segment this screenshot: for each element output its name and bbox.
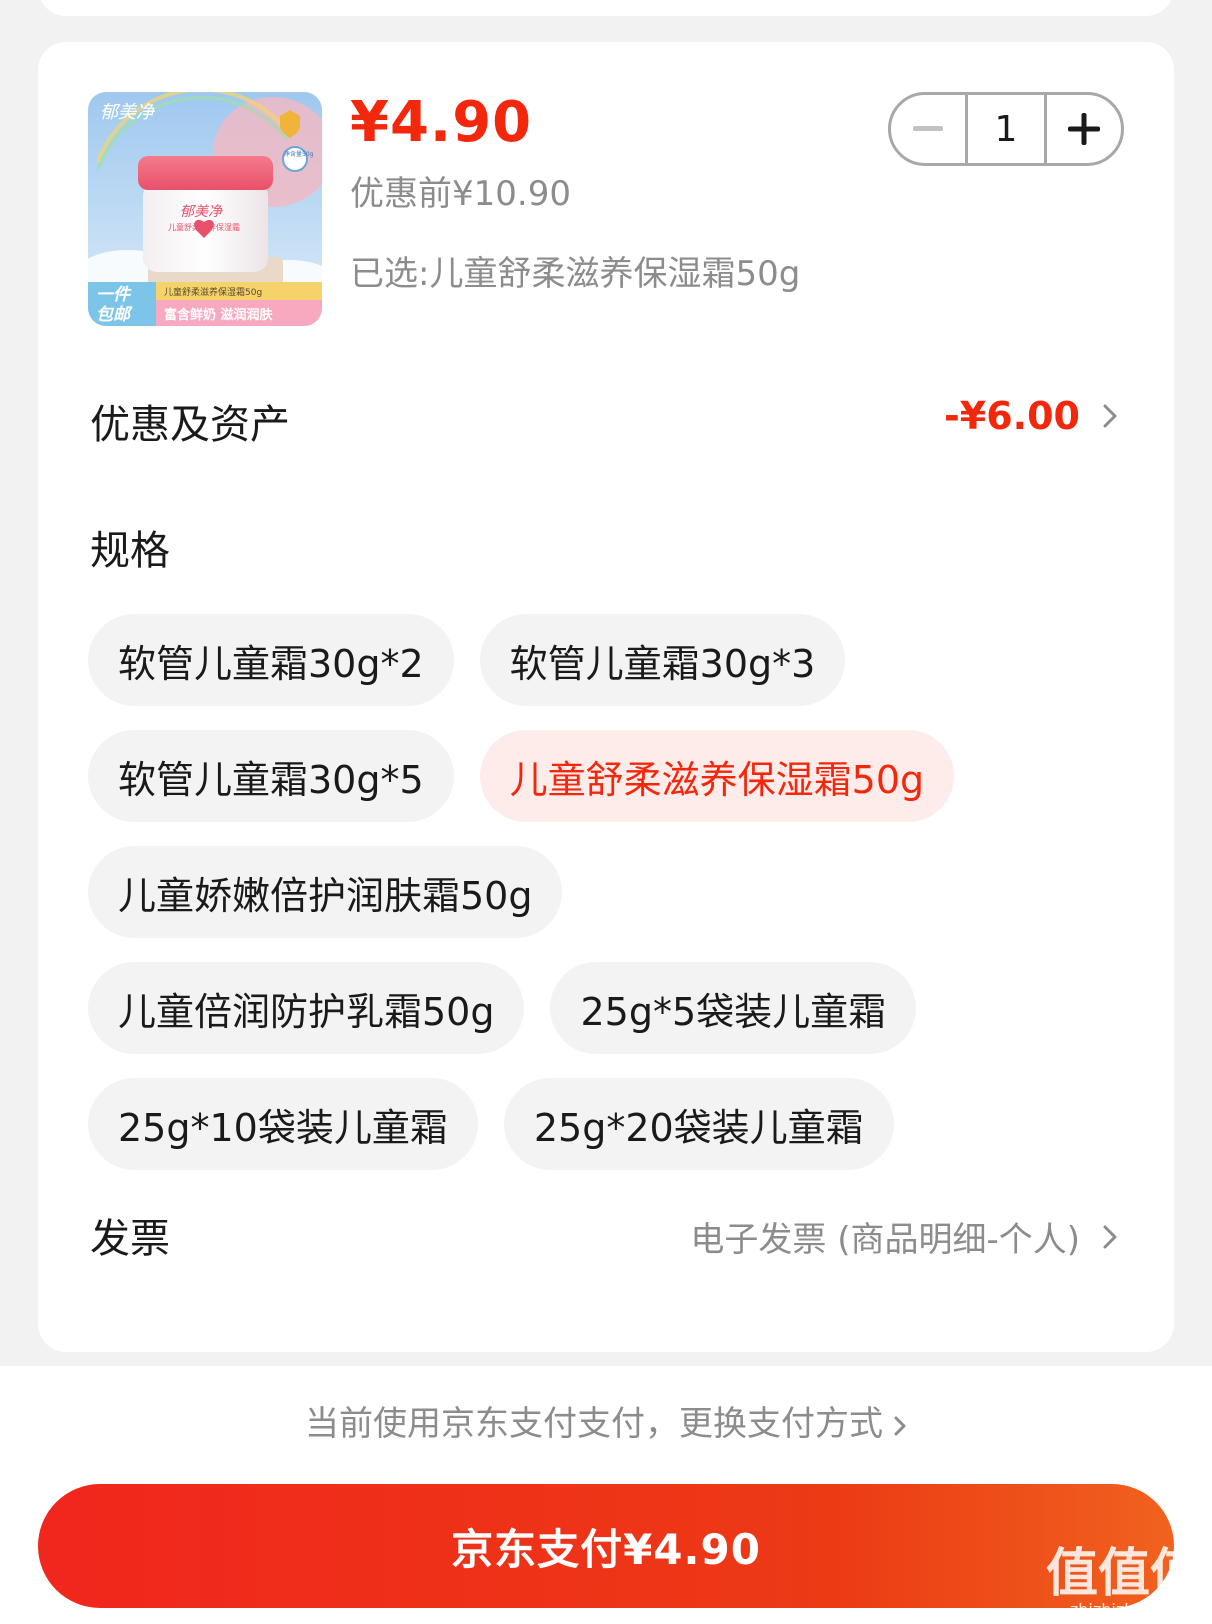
svg-text:净含量50g: 净含量50g (284, 150, 314, 158)
increase-button[interactable] (1047, 95, 1121, 163)
pay-button[interactable]: 京东支付¥4.90 (38, 1484, 1174, 1608)
quantity-stepper: 1 (888, 92, 1124, 166)
spec-options: 软管儿童霜30g*2 软管儿童霜30g*3 软管儿童霜30g*5 儿童舒柔滋养保… (88, 614, 1128, 1194)
spec-option[interactable]: 25g*10袋装儿童霜 (88, 1078, 478, 1170)
spec-label: 规格 (90, 528, 170, 574)
selected-spec-text: 已选:儿童舒柔滋养保湿霜50g (350, 254, 801, 294)
minus-icon (913, 126, 943, 131)
quantity-value[interactable]: 1 (965, 95, 1047, 163)
chevron-right-icon (1103, 404, 1117, 428)
discount-row[interactable]: -¥6.00 (944, 394, 1118, 438)
original-price: 优惠前¥10.90 (350, 174, 571, 214)
product-thumbnail[interactable]: 郁美净 郁美净 儿童舒柔滋养保湿霜 净含量50g 一件 包邮 儿童舒柔滋养保湿霜… (88, 92, 322, 326)
svg-text:郁美净: 郁美净 (180, 204, 223, 220)
invoice-label: 发票 (90, 1216, 170, 1262)
order-card: 郁美净 郁美净 儿童舒柔滋养保湿霜 净含量50g 一件 包邮 儿童舒柔滋养保湿霜… (38, 42, 1174, 1352)
brand-logo: 郁美净 (100, 102, 156, 123)
spec-option[interactable]: 软管儿童霜30g*5 (88, 730, 454, 822)
spec-option[interactable]: 25g*20袋装儿童霜 (503, 1078, 894, 1170)
svg-text:包邮: 包邮 (96, 305, 133, 325)
chevron-right-icon (1103, 1225, 1117, 1248)
spec-option[interactable]: 软管儿童霜30g*3 (479, 614, 846, 706)
chevron-right-icon (894, 1416, 906, 1435)
invoice-row[interactable]: 电子发票 (商品明细-个人) (690, 1212, 1118, 1261)
watermark: 值值值 zhizhizhi.com (1045, 1544, 1202, 1619)
spec-option[interactable]: 儿童娇嫩倍护润肤霜50g (88, 846, 563, 938)
plus-icon (1068, 113, 1100, 145)
decrease-button[interactable] (891, 95, 965, 163)
svg-text:富含鲜奶 滋润润肤: 富含鲜奶 滋润润肤 (164, 307, 274, 323)
svg-text:一件: 一件 (96, 285, 132, 305)
spec-option[interactable]: 25g*5袋装儿童霜 (550, 962, 917, 1054)
discount-label: 优惠及资产 (90, 402, 290, 448)
checkout-bar: 当前使用京东支付支付，更换支付方式 京东支付¥4.90 值值值 zhizhizh… (0, 1366, 1212, 1624)
svg-text:儿童舒柔滋养保湿霜50g: 儿童舒柔滋养保湿霜50g (164, 286, 262, 298)
spec-option[interactable]: 儿童倍润防护乳霜50g (88, 962, 525, 1054)
change-payment-link[interactable]: 当前使用京东支付支付，更换支付方式 (0, 1396, 1212, 1445)
spec-option[interactable]: 软管儿童霜30g*2 (88, 614, 454, 706)
discount-value: -¥6.00 (944, 394, 1080, 438)
product-price: ¥4.90 (350, 90, 533, 155)
previous-card (38, 0, 1174, 16)
payment-hint-text: 当前使用京东支付支付，更换支付方式 (305, 1404, 883, 1444)
invoice-value: 电子发票 (商品明细-个人) (690, 1220, 1080, 1260)
svg-text:儿童舒柔滋养保湿霜: 儿童舒柔滋养保湿霜 (168, 222, 240, 232)
spec-option-selected[interactable]: 儿童舒柔滋养保湿霜50g (479, 730, 955, 822)
